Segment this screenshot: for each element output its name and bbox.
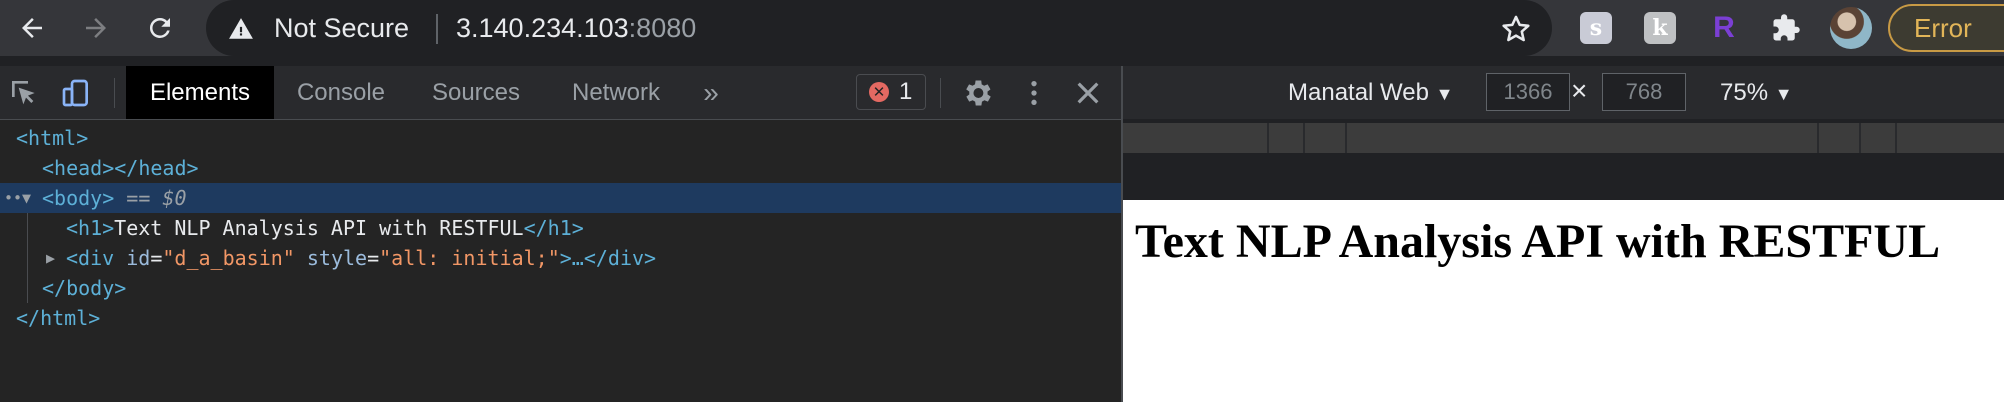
tag-html-close: </html>: [16, 306, 101, 330]
ruler-segment[interactable]: [1305, 123, 1347, 153]
attr-style-name: style: [306, 246, 368, 270]
more-tabs-button[interactable]: »: [698, 66, 724, 119]
profile-error-chip[interactable]: Error: [1888, 4, 2004, 52]
dom-node-html-close[interactable]: </html>: [0, 303, 1121, 333]
forward-arrow-icon: [86, 18, 106, 38]
extensions-puzzle-icon[interactable]: [1770, 12, 1802, 44]
address-bar[interactable]: Not Secure 3.140.234.103:8080: [206, 0, 1552, 56]
attr-style-value: "all: initial;": [379, 246, 560, 270]
close-devtools-icon[interactable]: [1072, 77, 1104, 109]
tab-elements[interactable]: Elements: [126, 66, 274, 119]
more-options-icon[interactable]: [1018, 77, 1050, 109]
dropdown-caret-icon: ▼: [1435, 84, 1454, 104]
page-heading: Text NLP Analysis API with RESTFUL: [1135, 215, 1941, 268]
zoom-value: 75%: [1720, 79, 1769, 106]
tag-div-open: <div: [66, 246, 115, 270]
tag-h1-open: <h1>: [66, 216, 115, 240]
h1-text-node: Text NLP Analysis API with RESTFUL: [114, 216, 524, 240]
warning-icon[interactable]: [228, 16, 254, 42]
dimension-x-icon: ×: [1571, 75, 1588, 106]
extension-k-icon[interactable]: k: [1644, 12, 1676, 44]
extension-r-icon[interactable]: R: [1708, 11, 1740, 44]
back-button[interactable]: [12, 8, 52, 48]
forward-button[interactable]: [76, 8, 116, 48]
device-emulation-pane: Manatal Web ▼ 1366 × 768 75% ▼ Text NLP …: [1123, 66, 2004, 402]
omnibox-divider: [436, 14, 438, 44]
inspect-element-icon[interactable]: [8, 77, 40, 109]
device-select[interactable]: Manatal Web ▼: [1288, 66, 1453, 119]
dom-tree: <html> <head></head> •• ▼ <body> == $0 <h1…: [0, 120, 1121, 402]
tag-h1-close: </h1>: [523, 216, 584, 240]
collapsed-triangle-icon[interactable]: ▶: [46, 243, 55, 273]
indent-guide: [27, 213, 28, 303]
tag-div-close: </div>: [583, 246, 657, 270]
dom-node-html[interactable]: <html>: [0, 123, 1121, 153]
attr-id-name: id: [126, 246, 151, 270]
ellipsis-icon: ••: [4, 189, 23, 207]
error-count: 1: [899, 78, 913, 105]
viewport-height-input[interactable]: 768: [1602, 73, 1686, 111]
url-text[interactable]: 3.140.234.103:8080: [456, 13, 696, 44]
error-counter-badge[interactable]: ✕ 1: [856, 74, 926, 110]
dom-node-body-close[interactable]: </body>: [0, 273, 1121, 303]
device-toolbar: Manatal Web ▼ 1366 × 768 75% ▼: [1123, 66, 2004, 119]
expanded-triangle-icon[interactable]: ▼: [22, 183, 31, 213]
browser-toolbar: Not Secure 3.140.234.103:8080 s k R Erro…: [0, 0, 2004, 56]
selected-node-marker: == $0: [126, 186, 187, 210]
puzzle-icon: [1773, 14, 1800, 41]
tab-network[interactable]: Network: [558, 66, 674, 119]
back-arrow-icon: [22, 18, 42, 38]
toolbar-separator: [114, 78, 115, 108]
error-x-icon: ✕: [869, 82, 889, 102]
profile-avatar[interactable]: [1830, 7, 1872, 49]
dom-node-h1[interactable]: <h1>Text NLP Analysis API with RESTFUL</…: [0, 213, 1121, 243]
dom-node-head[interactable]: <head></head>: [0, 153, 1121, 183]
security-label[interactable]: Not Secure: [274, 13, 409, 44]
tag-body-open: <body>: [42, 186, 115, 210]
ruler-segment[interactable]: [1347, 123, 1819, 153]
tab-console[interactable]: Console: [286, 66, 396, 119]
settings-gear-icon[interactable]: [960, 76, 994, 110]
url-host: 3.140.234.103: [456, 13, 629, 43]
url-port: :8080: [628, 13, 697, 43]
emulated-page-viewport: Text NLP Analysis API with RESTFUL: [1123, 200, 2004, 402]
ruler-segment[interactable]: [1819, 123, 1861, 153]
devtools-panel: Elements Console Sources Network » ✕ 1 <…: [0, 66, 1121, 402]
viewport-width-input[interactable]: 1366: [1486, 73, 1570, 111]
ruler-segment[interactable]: [1861, 123, 1897, 153]
bookmark-star-icon[interactable]: [1499, 12, 1533, 46]
dom-node-body-selected[interactable]: •• ▼ <body> == $0: [0, 183, 1121, 213]
tag-head: <head></head>: [42, 156, 199, 180]
dom-node-div[interactable]: ▶ <div id="d_a_basin" style="all: initial…: [0, 243, 1121, 273]
reload-button[interactable]: [140, 8, 180, 48]
div-collapsed-ellipsis: >…: [559, 246, 584, 270]
toolbar-separator: [940, 78, 941, 108]
tag-body-close: </body>: [42, 276, 127, 300]
ruler-segment[interactable]: [1123, 123, 1269, 153]
devtools-tab-bar: Elements Console Sources Network » ✕ 1: [0, 66, 1121, 120]
dropdown-caret-icon: ▼: [1774, 84, 1793, 104]
extension-s-icon[interactable]: s: [1580, 12, 1612, 44]
media-query-ruler[interactable]: [1123, 123, 2004, 153]
reload-icon: [149, 17, 170, 38]
ruler-segment[interactable]: [1897, 123, 2004, 153]
ruler-segment[interactable]: [1269, 123, 1305, 153]
attr-id-value: "d_a_basin": [162, 246, 295, 270]
device-name: Manatal Web: [1288, 79, 1429, 106]
zoom-select[interactable]: 75% ▼: [1720, 66, 1793, 119]
tab-sources[interactable]: Sources: [420, 66, 532, 119]
device-toolbar-icon[interactable]: [60, 77, 92, 109]
tag-html-open: <html>: [16, 126, 89, 150]
